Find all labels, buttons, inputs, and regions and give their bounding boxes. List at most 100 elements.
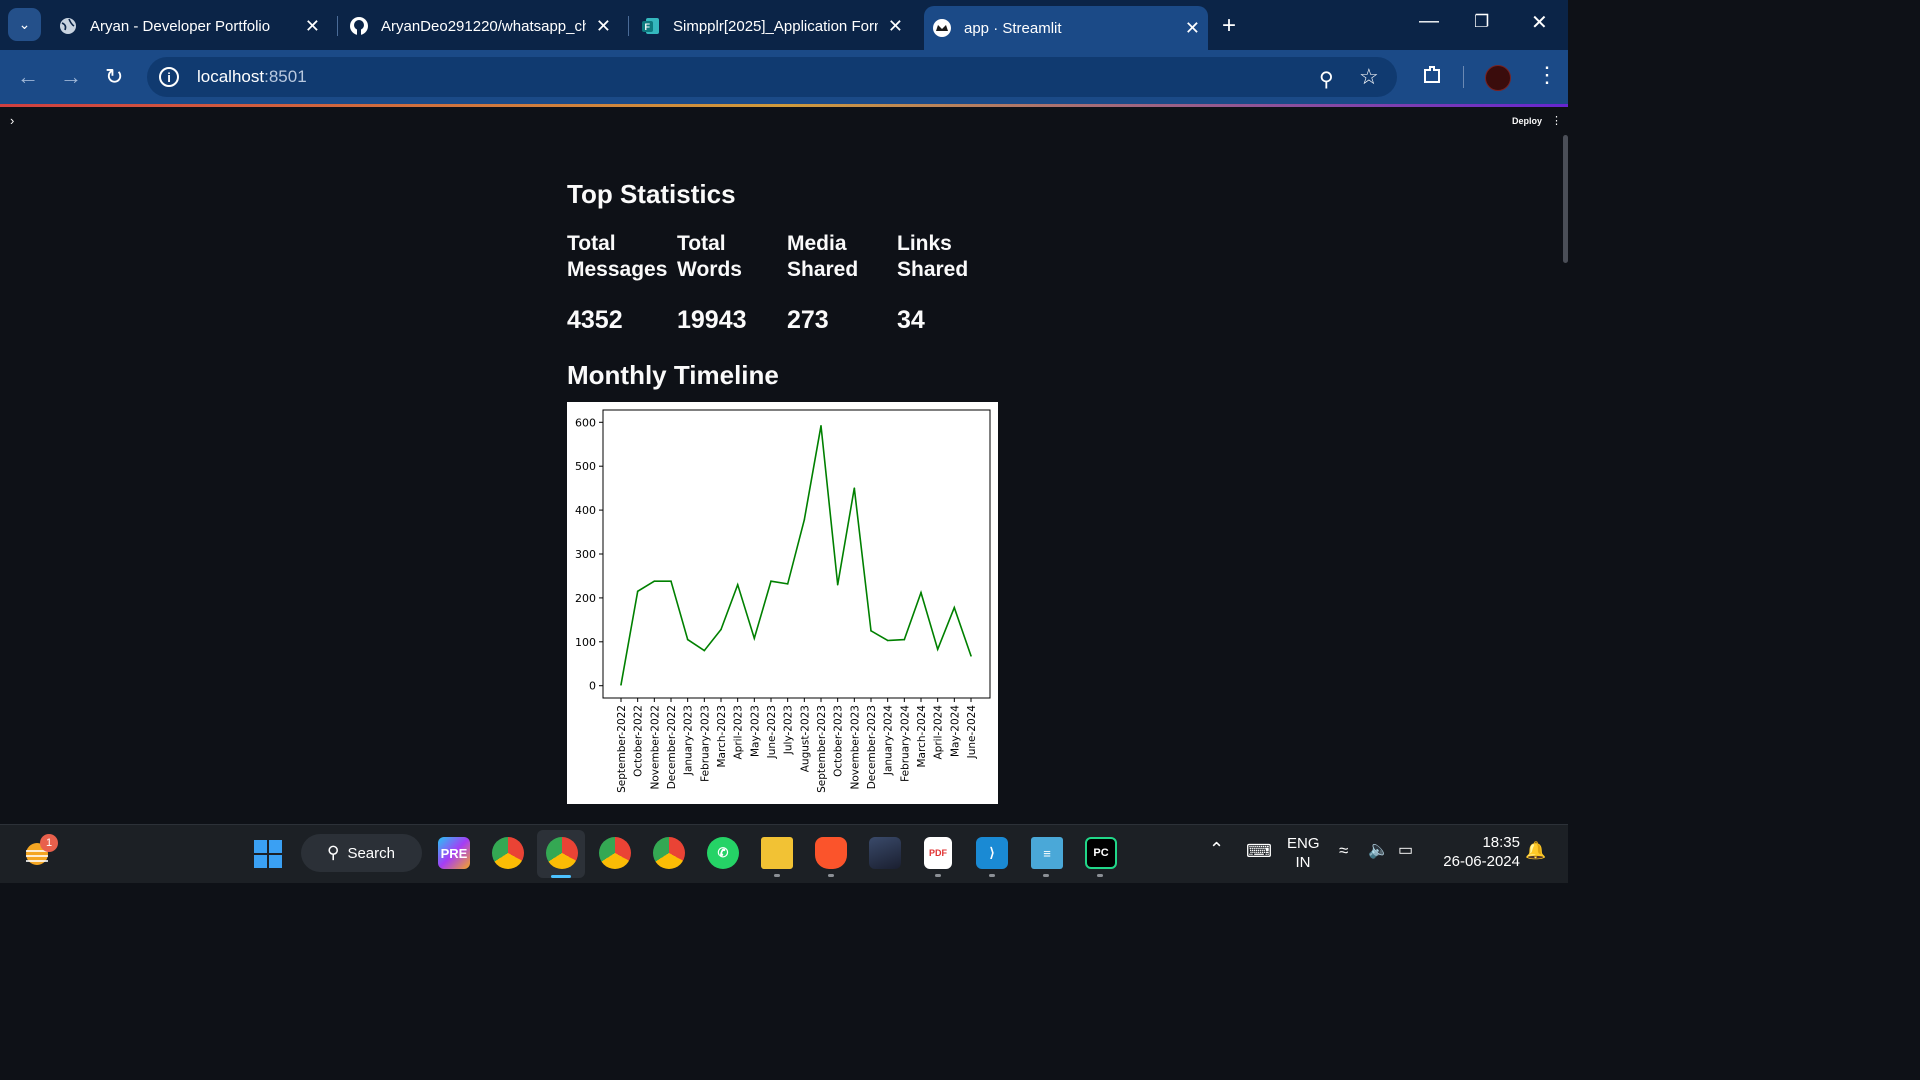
metric-value-links-shared: 34 xyxy=(897,306,925,334)
tab-github[interactable]: AryanDeo291220/whatsapp_cha ✕ xyxy=(349,8,619,44)
windows-start-icon[interactable] xyxy=(254,840,282,873)
x-tick-label: September-2022 xyxy=(616,705,628,793)
back-icon[interactable]: ← xyxy=(17,64,39,90)
app-running-dot xyxy=(1097,874,1103,877)
close-icon[interactable]: ✕ xyxy=(596,16,611,37)
bookmark-star-icon[interactable]: ☆ xyxy=(1359,64,1379,90)
x-tick-label: November-2022 xyxy=(649,705,661,789)
forward-icon[interactable]: → xyxy=(60,64,82,90)
pdf-icon[interactable]: PDF xyxy=(924,837,952,869)
reload-icon[interactable]: ↻ xyxy=(105,64,123,90)
close-icon[interactable]: ✕ xyxy=(888,16,903,37)
profile-avatar[interactable] xyxy=(1485,65,1511,91)
chrome-icon[interactable] xyxy=(599,837,631,869)
data-point xyxy=(686,638,689,641)
x-tick-label: August-2023 xyxy=(799,705,811,772)
notepad-icon[interactable]: ≡ xyxy=(1031,837,1063,869)
metric-label-total-words: Total Words xyxy=(677,232,742,281)
weather-widget[interactable]: 1 xyxy=(22,834,58,873)
data-point xyxy=(753,637,756,640)
streamlit-icon xyxy=(932,18,952,38)
brave-icon[interactable] xyxy=(815,837,847,869)
vscode-icon[interactable]: ⟩ xyxy=(976,837,1008,869)
notifications-icon[interactable]: 🔔 xyxy=(1525,841,1546,861)
y-tick-label: 300 xyxy=(575,548,596,561)
timeline-chart-svg: 0 100 200 300 400 500 600 September-2022 October… xyxy=(575,409,991,793)
tab-title: Simpplr[2025]_Application Form xyxy=(673,17,878,35)
x-tick-label: March-2024 xyxy=(916,705,928,768)
tab-streamlit[interactable]: app · Streamlit ✕ xyxy=(924,6,1208,50)
page-scrollbar[interactable] xyxy=(1563,135,1568,263)
close-icon[interactable]: ✕ xyxy=(1185,18,1200,39)
zoom-icon[interactable]: ⚲ xyxy=(1319,67,1334,92)
svg-text:F: F xyxy=(645,22,651,32)
data-point xyxy=(870,630,872,632)
minimize-icon[interactable]: — xyxy=(1419,10,1439,33)
photos-icon[interactable] xyxy=(869,837,901,869)
data-point xyxy=(936,648,939,651)
messages-series-line xyxy=(620,425,972,685)
data-point xyxy=(953,606,956,609)
address-bar[interactable]: i localhost:8501 ⚲ ☆ xyxy=(147,57,1397,97)
clock-date: 26-06-2024 xyxy=(1443,853,1520,870)
chrome-icon[interactable] xyxy=(546,837,578,869)
chrome-icon[interactable] xyxy=(492,837,524,869)
data-point xyxy=(786,583,789,585)
app-running-dot xyxy=(828,874,834,877)
taskbar-search[interactable]: ⚲ Search xyxy=(301,834,422,872)
data-point xyxy=(920,591,922,594)
data-point xyxy=(636,590,639,593)
battery-icon[interactable]: ▭ xyxy=(1398,840,1413,860)
data-point xyxy=(820,425,822,427)
app-running-dot xyxy=(989,874,995,877)
sidebar-expand-icon[interactable]: › xyxy=(10,113,14,128)
data-point xyxy=(853,487,856,489)
data-point xyxy=(620,684,622,686)
x-tick-label: April-2024 xyxy=(933,705,945,760)
tab-title: app · Streamlit xyxy=(964,19,1062,37)
language-indicator[interactable]: ENG IN xyxy=(1287,835,1320,871)
data-point xyxy=(803,518,806,521)
chevron-up-icon[interactable]: ⌃ xyxy=(1209,839,1224,860)
file-explorer-icon[interactable] xyxy=(761,837,793,869)
volume-icon[interactable]: 🔈 xyxy=(1368,840,1389,860)
tab-search-button[interactable]: ⌄ xyxy=(8,8,41,41)
x-tick-label: November-2023 xyxy=(849,705,861,789)
data-point xyxy=(720,628,722,631)
deploy-button[interactable]: Deploy xyxy=(1512,116,1542,126)
close-icon[interactable]: ✕ xyxy=(305,16,320,37)
metric-value-media-shared: 273 xyxy=(787,306,829,334)
windows-taskbar: 1 ⚲ Search PRE ✆ PDF ⟩ ≡ PC ⌃ ⌨ ENG IN ≈… xyxy=(0,824,1568,883)
language-label: ENG xyxy=(1287,835,1320,852)
wifi-icon[interactable]: ≈ xyxy=(1339,841,1348,861)
metric-value-total-messages: 4352 xyxy=(567,306,623,334)
site-info-icon[interactable]: i xyxy=(159,67,179,87)
data-point xyxy=(886,639,889,642)
tab-application-form[interactable]: F Simpplr[2025]_Application Form ✕ xyxy=(641,8,911,44)
chrome-icon[interactable] xyxy=(653,837,685,869)
x-tick-label: September-2023 xyxy=(816,705,828,793)
y-tick-label: 100 xyxy=(575,636,596,649)
more-menu-icon[interactable]: ⋮ xyxy=(1536,62,1558,88)
new-tab-button[interactable]: + xyxy=(1222,12,1236,40)
data-point xyxy=(653,580,656,583)
close-window-icon[interactable]: ✕ xyxy=(1531,10,1548,35)
url-text[interactable]: localhost:8501 xyxy=(197,67,307,87)
metric-label-links-shared: Links Shared xyxy=(897,232,969,281)
x-tick-label: May-2023 xyxy=(749,705,761,757)
main-menu-icon[interactable]: ⋮ xyxy=(1551,114,1562,127)
monthly-timeline-heading: Monthly Timeline xyxy=(567,360,779,390)
keyboard-icon[interactable]: ⌨ xyxy=(1246,841,1272,862)
pycharm-icon[interactable]: PC xyxy=(1085,837,1117,869)
extensions-icon[interactable] xyxy=(1421,64,1443,92)
whatsapp-icon[interactable]: ✆ xyxy=(707,837,739,869)
page-accent-line xyxy=(0,104,1568,107)
restore-icon[interactable]: ❐ xyxy=(1474,12,1489,32)
copilot-icon[interactable]: PRE xyxy=(438,837,470,869)
clock[interactable]: 18:35 26-06-2024 xyxy=(1432,834,1520,870)
toolbar-divider xyxy=(1463,66,1464,88)
top-statistics-heading: Top Statistics xyxy=(567,179,736,209)
metric-label-media-shared: Media Shared xyxy=(787,232,859,281)
y-tick-label: 500 xyxy=(575,460,596,473)
tab-portfolio[interactable]: Aryan - Developer Portfolio ✕ xyxy=(58,8,328,44)
